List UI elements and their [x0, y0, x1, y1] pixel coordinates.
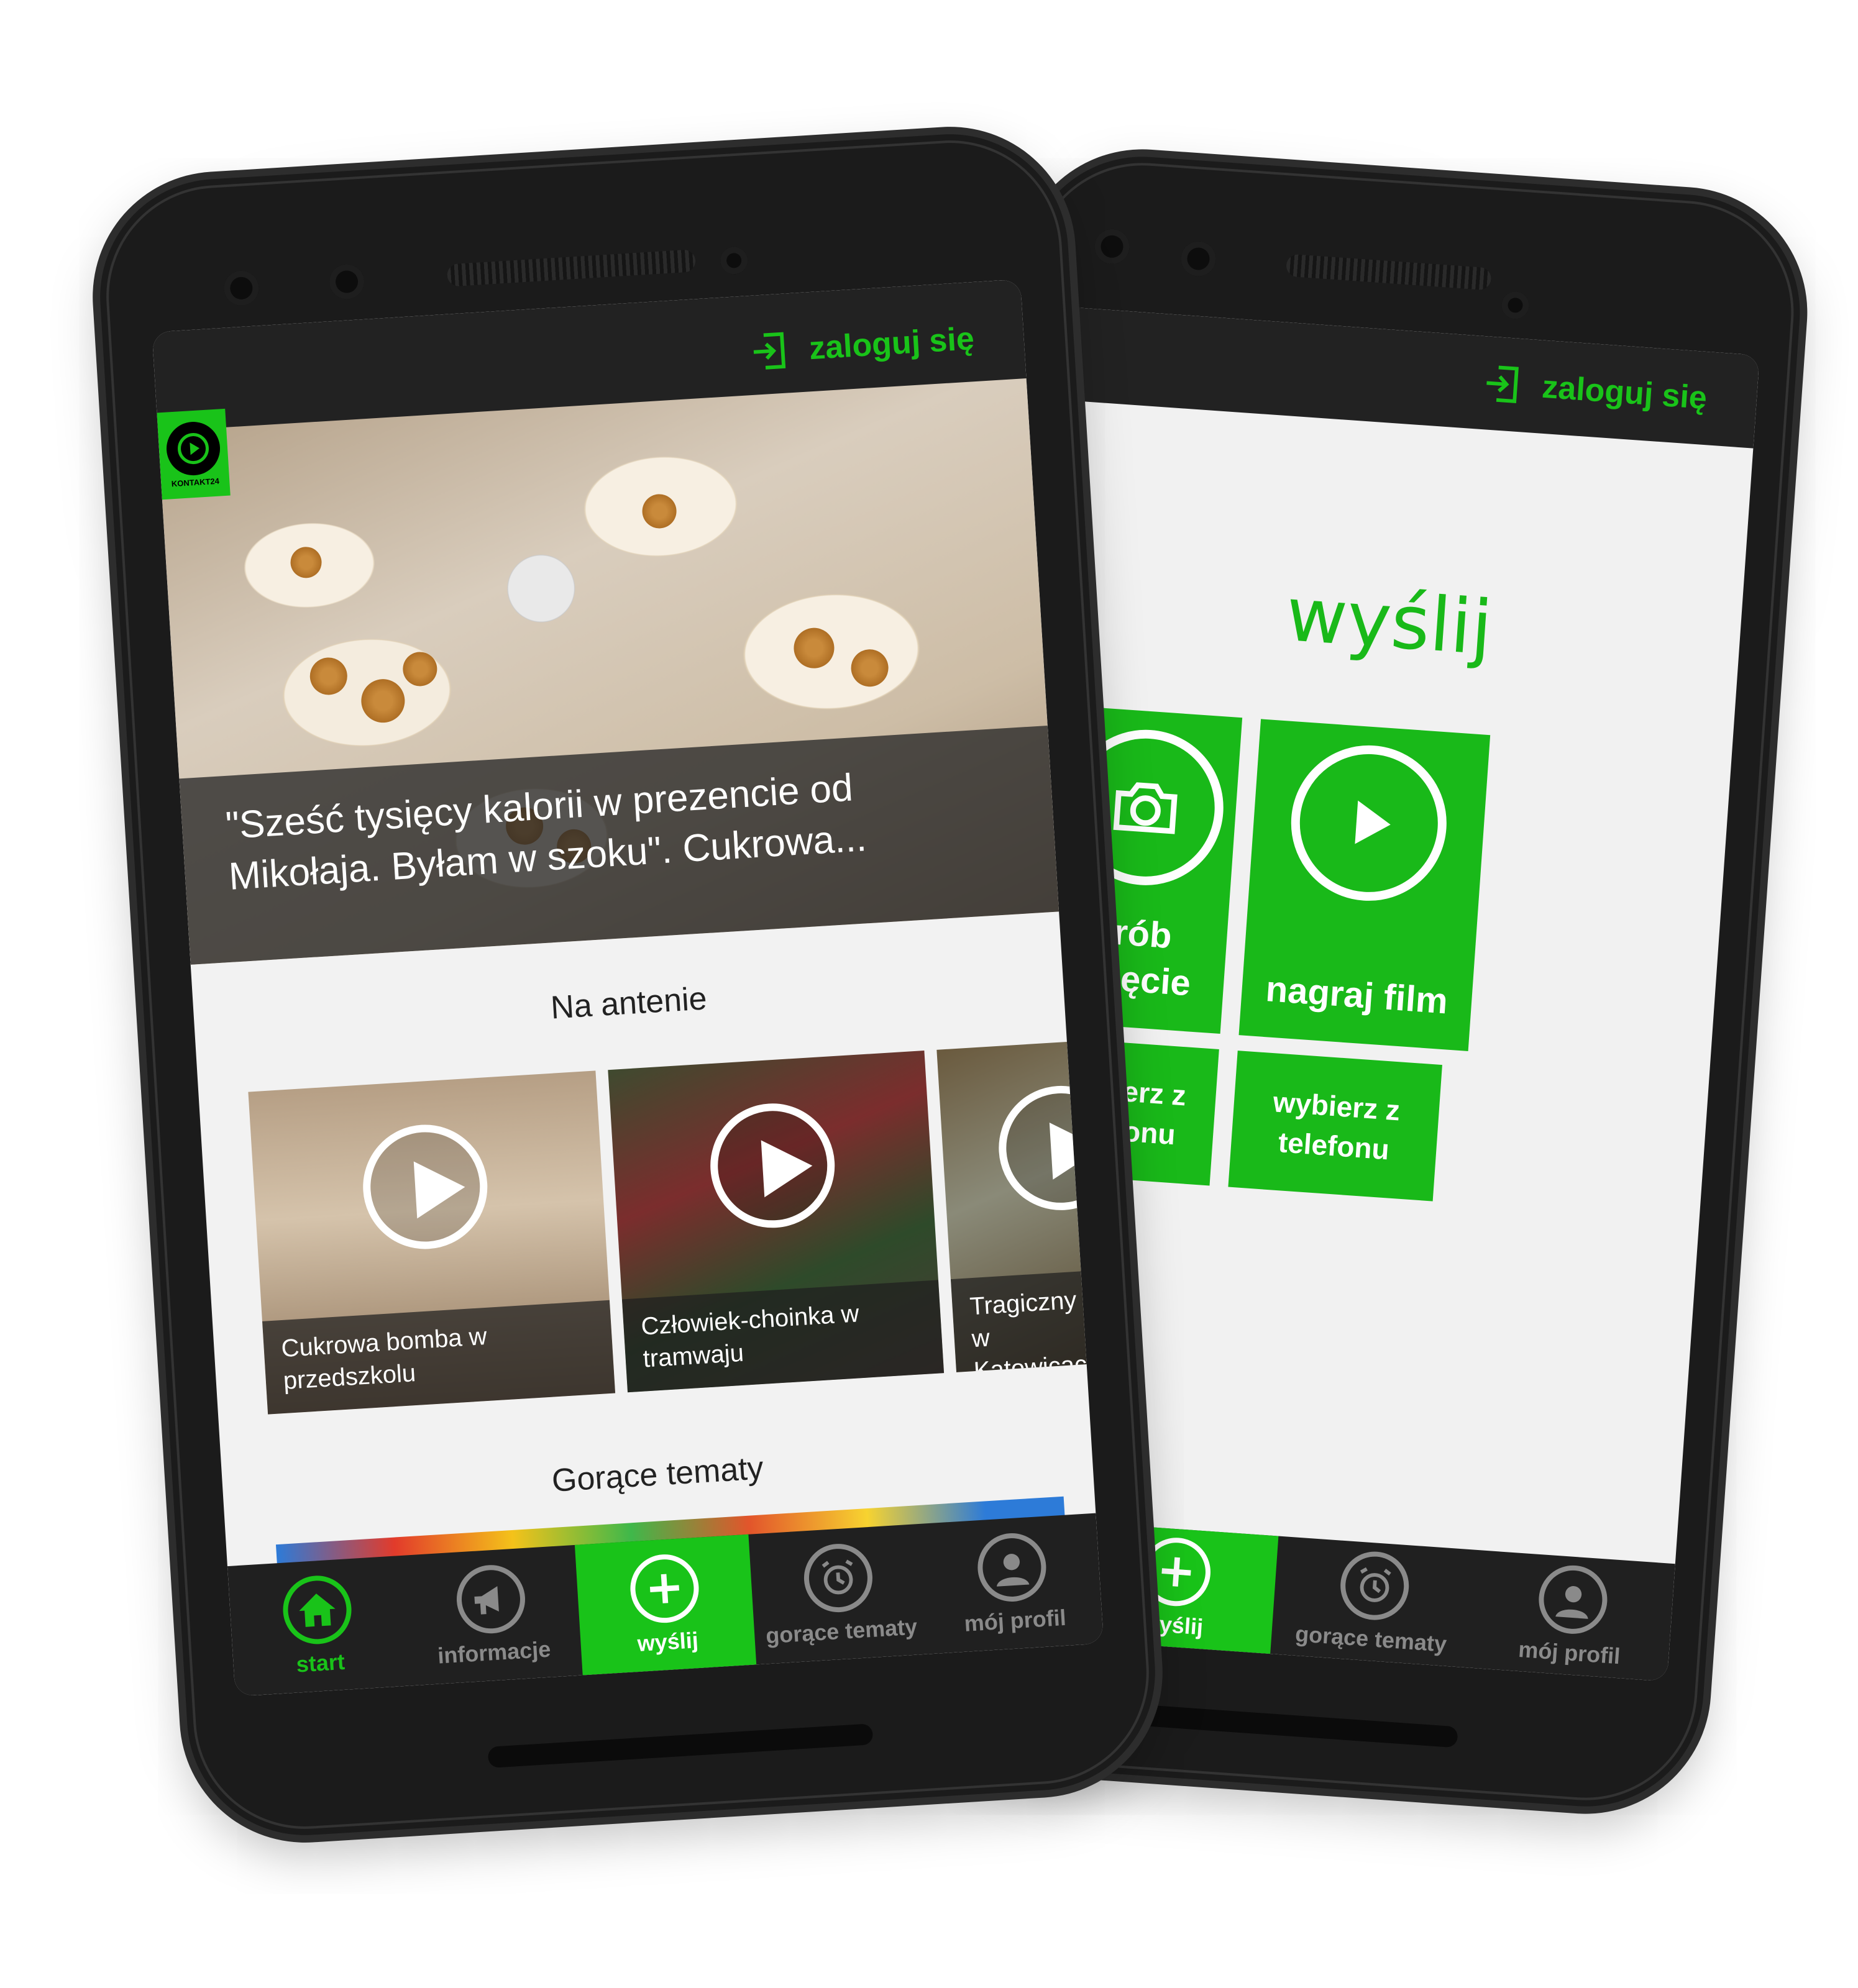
- nav-hot-topics[interactable]: gorące tematy: [1270, 1536, 1476, 1668]
- nav-profile-label: mój profil: [963, 1604, 1067, 1636]
- video-card[interactable]: Człowiek-choinka w tramwaju: [608, 1051, 945, 1393]
- record-video-label: nagraj film: [1264, 969, 1450, 1022]
- nav-send[interactable]: wyślij: [574, 1534, 757, 1676]
- eye-icon: [165, 420, 222, 477]
- plus-icon: [1140, 1535, 1213, 1608]
- login-icon: [1486, 365, 1519, 403]
- home-indicator: [1109, 1702, 1458, 1748]
- video-caption: Człowiek-choinka w tramwaju: [621, 1280, 945, 1393]
- play-icon[interactable]: [995, 1082, 1087, 1214]
- play-icon[interactable]: [359, 1121, 492, 1253]
- record-video-tile[interactable]: nagraj film: [1238, 719, 1491, 1051]
- video-card[interactable]: Tragiczny w Katowicac: [936, 1042, 1087, 1372]
- profile-icon: [976, 1531, 1048, 1604]
- video-caption: Cukrowa bomba w przedszkolu: [262, 1300, 616, 1415]
- front-sensor-icon: [1093, 227, 1131, 265]
- megaphone-icon: [454, 1563, 528, 1636]
- alarm-clock-icon: [802, 1541, 875, 1615]
- login-label: zaloguj się: [1540, 368, 1708, 417]
- plus-icon: [628, 1552, 701, 1625]
- phone-left: zaloguj się "Sześć tysięcy kalorii w pre…: [93, 127, 1163, 1843]
- earpiece-speaker: [446, 249, 697, 287]
- logo-text: KONTAKT24: [171, 476, 220, 488]
- nav-hot-topics[interactable]: gorące tematy: [748, 1524, 930, 1665]
- cookie-decoration: [401, 650, 438, 688]
- selfie-camera-icon: [1501, 290, 1531, 320]
- front-camera-icon: [328, 263, 365, 301]
- nav-send-label: wyślij: [636, 1627, 699, 1656]
- pick-video-label: wybierz z telefonu: [1272, 1085, 1401, 1166]
- video-card[interactable]: Cukrowa bomba w przedszkolu: [248, 1070, 616, 1415]
- home-indicator: [487, 1723, 874, 1768]
- screen-left: zaloguj się "Sześć tysięcy kalorii w pre…: [152, 279, 1104, 1697]
- login-button[interactable]: zaloguj się: [1480, 361, 1708, 420]
- front-sensor-icon: [222, 270, 260, 307]
- nav-start-label: start: [295, 1648, 346, 1677]
- hero-caption: "Sześć tysięcy kalorii w prezencie od Mi…: [179, 725, 1059, 965]
- cookie-decoration: [360, 678, 406, 724]
- selfie-camera-icon: [719, 246, 749, 275]
- profile-icon: [1536, 1563, 1610, 1636]
- page-title: wyślij: [1283, 572, 1495, 672]
- nav-informacje-label: informacje: [437, 1636, 552, 1669]
- top-bar: zaloguj się: [1053, 306, 1760, 449]
- cookie-decoration: [641, 493, 678, 530]
- pick-video-tile[interactable]: wybierz z telefonu: [1228, 1051, 1442, 1201]
- nav-profile[interactable]: mój profil: [1468, 1550, 1675, 1682]
- login-button[interactable]: zaloguj się: [747, 317, 975, 374]
- nav-hot-topics-label: gorące tematy: [765, 1613, 918, 1649]
- play-icon: [1286, 740, 1452, 906]
- nav-informacje[interactable]: informacje: [401, 1545, 582, 1686]
- on-air-title: Na antenie: [549, 980, 708, 1026]
- cookie-decoration: [792, 626, 836, 670]
- home-icon: [281, 1574, 354, 1646]
- hero-image[interactable]: "Sześć tysięcy kalorii w prezencie od Mi…: [158, 378, 1059, 965]
- video-caption: Tragiczny w Katowicac: [950, 1271, 1087, 1372]
- nav-start[interactable]: start: [227, 1556, 409, 1697]
- play-icon[interactable]: [707, 1100, 839, 1232]
- nav-profile[interactable]: mój profil: [922, 1513, 1104, 1654]
- nav-profile-label: mój profil: [1517, 1636, 1621, 1669]
- nav-hot-topics-label: gorące tematy: [1294, 1620, 1448, 1657]
- login-icon: [753, 332, 786, 370]
- app-logo: KONTAKT24: [157, 408, 231, 500]
- cookie-decoration: [849, 648, 890, 688]
- alarm-clock-icon: [1338, 1549, 1411, 1623]
- cookie-decoration: [309, 656, 349, 696]
- earpiece-speaker: [1285, 253, 1492, 291]
- cookie-decoration: [290, 545, 323, 579]
- front-camera-icon: [1179, 240, 1217, 278]
- login-label: zaloguj się: [808, 321, 976, 367]
